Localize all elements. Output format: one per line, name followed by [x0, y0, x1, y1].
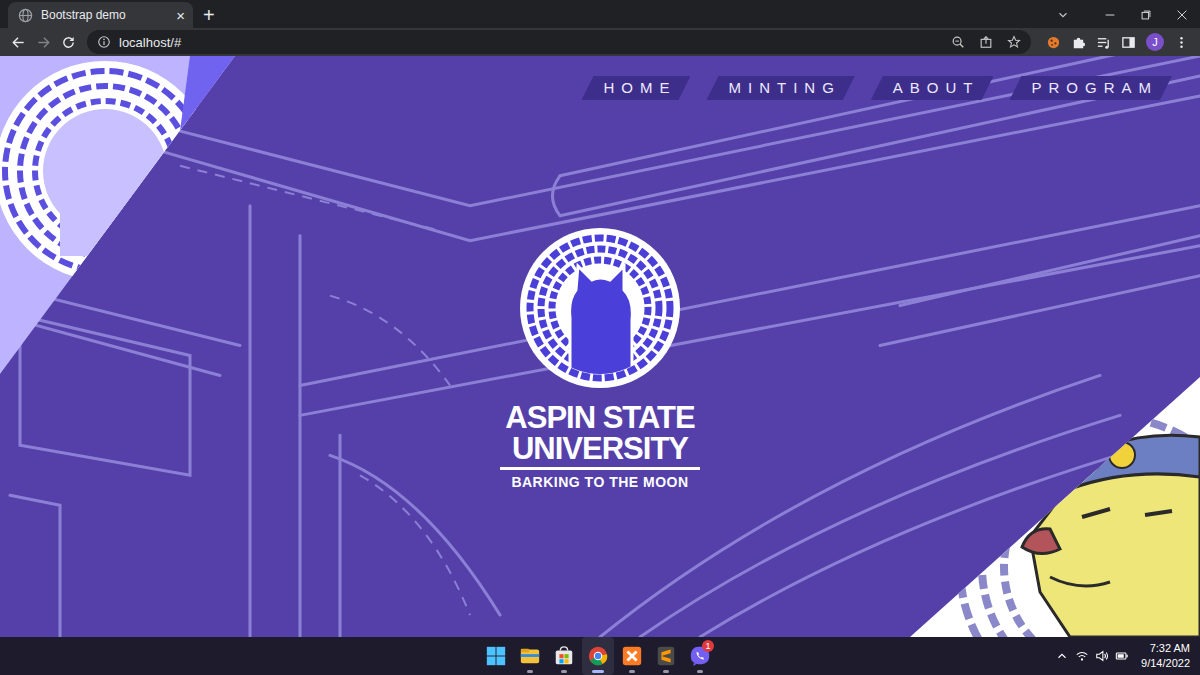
- nav-link[interactable]: ABOUT: [871, 76, 994, 100]
- nav-link[interactable]: PROGRAM: [1009, 76, 1172, 100]
- menu-dots-icon[interactable]: [1174, 35, 1189, 50]
- chrome-icon: [587, 645, 609, 667]
- web-page: HOME MINTING ABOUT PROGRAM ASPIN STATEUNIVE…: [0, 56, 1200, 637]
- running-indicator: [527, 670, 533, 673]
- nav-link[interactable]: HOME: [581, 76, 690, 100]
- battery-icon[interactable]: [1115, 649, 1129, 663]
- star-icon[interactable]: [1007, 35, 1021, 49]
- show-hidden-icons-chevron-icon[interactable]: [1055, 649, 1069, 663]
- running-indicator: [629, 670, 635, 673]
- volume-icon[interactable]: [1095, 649, 1109, 663]
- info-icon[interactable]: [97, 35, 111, 49]
- sublime-icon: [655, 645, 677, 667]
- media-control-icon[interactable]: [1096, 35, 1111, 50]
- globe-icon: [18, 8, 33, 23]
- browser-toolbar: localhost/# J: [0, 28, 1200, 56]
- running-indicator: [697, 670, 703, 673]
- university-name: ASPIN STATEUNIVERSITY: [505, 402, 694, 464]
- address-bar[interactable]: localhost/#: [87, 30, 1031, 54]
- store-icon: [553, 645, 575, 667]
- taskbar-app[interactable]: [480, 637, 512, 675]
- restore-icon[interactable]: [1139, 8, 1153, 22]
- forward-arrow-icon[interactable]: [36, 35, 51, 50]
- corner-badge-illustration: [0, 56, 240, 376]
- tab-close-button[interactable]: ×: [176, 8, 185, 23]
- browser-tab[interactable]: Bootstrap demo ×: [8, 2, 193, 28]
- clock-date: 9/14/2022: [1141, 656, 1190, 671]
- screen: Bootstrap demo × + localhost/# J HOME MIN…: [0, 0, 1200, 675]
- running-indicator: [561, 670, 567, 673]
- zoom-icon[interactable]: [951, 35, 965, 49]
- side-panel-icon[interactable]: [1121, 35, 1136, 50]
- start-icon: [485, 645, 507, 667]
- title-line: ASPIN STATE: [505, 402, 694, 433]
- tab-title: Bootstrap demo: [41, 8, 168, 22]
- taskbar-app[interactable]: [650, 637, 682, 675]
- divider-line: [500, 467, 700, 470]
- taskbar-app[interactable]: 1: [684, 637, 716, 675]
- hero-logo: ASPIN STATEUNIVERSITY BARKING TO THE MOO…: [0, 228, 1200, 490]
- taskbar-apps: 1: [480, 637, 716, 675]
- close-icon[interactable]: [1175, 8, 1189, 22]
- running-indicator: [592, 670, 604, 673]
- taskbar-app[interactable]: [514, 637, 546, 675]
- clock[interactable]: 7:32 AM 9/14/2022: [1141, 641, 1190, 671]
- tagline: BARKING TO THE MOON: [511, 474, 688, 490]
- back-arrow-icon[interactable]: [11, 35, 26, 50]
- university-emblem-icon: [520, 228, 680, 388]
- running-indicator: [663, 670, 669, 673]
- tab-search-chevron-icon[interactable]: [1056, 8, 1070, 22]
- url-text: localhost/#: [119, 35, 181, 50]
- taskbar-app[interactable]: [616, 637, 648, 675]
- reload-icon[interactable]: [61, 35, 76, 50]
- taskbar: 1 7:32 AM 9/14/2022: [0, 637, 1200, 675]
- dog-mascot-illustration: [910, 377, 1200, 637]
- notification-badge: 1: [702, 640, 714, 652]
- nav-link[interactable]: MINTING: [706, 76, 854, 100]
- wifi-icon[interactable]: [1075, 649, 1089, 663]
- explorer-icon: [519, 645, 541, 667]
- clock-time: 7:32 AM: [1150, 641, 1190, 656]
- puzzle-extensions-icon[interactable]: [1071, 35, 1086, 50]
- main-nav: HOME MINTING ABOUT PROGRAM: [0, 56, 1200, 100]
- system-tray: 7:32 AM 9/14/2022: [1055, 641, 1200, 671]
- taskbar-app[interactable]: [548, 637, 580, 675]
- tab-strip: Bootstrap demo × +: [0, 0, 1200, 28]
- new-tab-button[interactable]: +: [193, 2, 225, 28]
- title-line: UNIVERSITY: [512, 433, 688, 464]
- taskbar-app[interactable]: [582, 637, 614, 675]
- minimize-icon[interactable]: [1103, 8, 1117, 22]
- share-icon[interactable]: [979, 35, 993, 49]
- cookie-extension-icon[interactable]: [1046, 35, 1061, 50]
- profile-avatar[interactable]: J: [1146, 33, 1164, 51]
- xampp-icon: [621, 645, 643, 667]
